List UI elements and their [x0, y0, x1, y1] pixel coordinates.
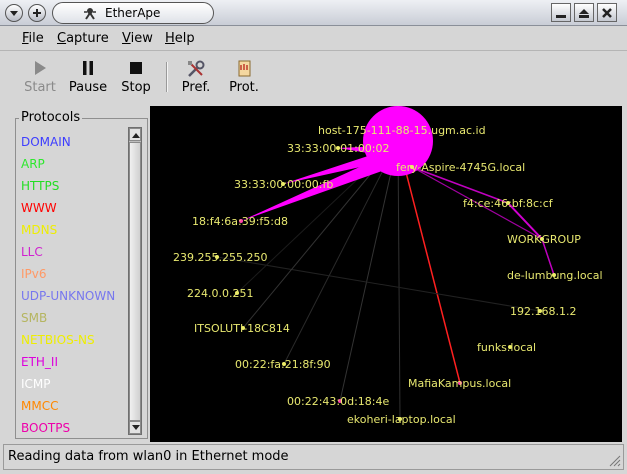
protocol-item-mdns[interactable]: MDNS	[21, 219, 125, 241]
menu-view-label: iew	[130, 31, 153, 46]
protocol-item-smb[interactable]: SMB	[21, 307, 125, 329]
link-n4-n12	[216, 256, 541, 312]
title-bar: EtherApe	[0, 0, 627, 26]
node-label-n11[interactable]: funks.local	[477, 341, 536, 354]
network-graph[interactable]: host-175-111-88-15.ugm.ac.id fery-Aspire-…	[150, 106, 622, 442]
chevron-down-icon	[132, 425, 140, 430]
plus-icon	[33, 9, 41, 17]
menu-help-mnemonic: H	[165, 31, 175, 46]
protocols-list: DOMAIN ARP HTTPS WWW MDNS LLC IPv6 UDP-UNKNOWN S…	[21, 131, 125, 439]
protocol-item-bootps[interactable]: BOOTPS	[21, 417, 125, 439]
node-label-n6[interactable]: ITSOLUTI-18C814	[194, 322, 290, 335]
graph-nodes: host-175-111-88-15.ugm.ac.id fery-Aspire-…	[173, 106, 603, 426]
resize-grip-icon[interactable]	[607, 453, 621, 467]
status-bar: Reading data from wlan0 in Ethernet mode	[3, 444, 624, 470]
menu-capture-mnemonic: C	[57, 31, 67, 46]
play-icon	[35, 61, 46, 75]
protocols-frame: DOMAIN ARP HTTPS WWW MDNS LLC IPv6 UDP-UNKNOWN S…	[15, 118, 148, 439]
protocol-item-www[interactable]: WWW	[21, 197, 125, 219]
protocols-button[interactable]: Prot.	[216, 54, 272, 100]
protocols-title: Protocols	[19, 110, 83, 125]
menu-help-label: elp	[174, 31, 195, 46]
menu-view-mnemonic: V	[122, 31, 131, 46]
maximize-button[interactable]	[574, 3, 594, 22]
node-label-n2[interactable]: 33:33:00:00:00:fb	[234, 178, 333, 191]
network-graph-canvas[interactable]: host-175-111-88-15.ugm.ac.id fery-Aspire-…	[150, 106, 622, 442]
close-button[interactable]	[597, 3, 617, 22]
protocols-label: Prot.	[229, 80, 259, 95]
stop-label: Stop	[121, 80, 151, 95]
link-hub-n9	[397, 140, 401, 420]
scroll-thumb[interactable]	[129, 142, 141, 421]
menu-bar: File Capture View Help	[0, 27, 627, 51]
protocol-item-icmp[interactable]: ICMP	[21, 373, 125, 395]
minimize-button[interactable]	[551, 3, 571, 22]
protocol-item-eth-ii[interactable]: ETH_II	[21, 351, 125, 373]
hand-icon	[238, 60, 251, 77]
node-label-n15[interactable]: f4:ce:46:bf:8c:cf	[463, 197, 554, 210]
menu-file[interactable]: File	[22, 31, 44, 46]
node-label-n12[interactable]: 192.168.1.2	[510, 305, 576, 318]
menu-help[interactable]: Help	[165, 31, 195, 46]
close-icon	[602, 8, 612, 18]
node-label-n9[interactable]: ekoheri-laptop.local	[347, 413, 456, 426]
minimize-icon	[556, 15, 566, 18]
node-label-n1[interactable]: 33:33:00:01:00:02	[287, 142, 390, 155]
maximize-icon	[579, 9, 589, 18]
add-button[interactable]	[28, 4, 46, 22]
window-menu-button[interactable]	[5, 4, 23, 22]
protocols-scrollbar[interactable]	[128, 127, 142, 435]
node-label-n3[interactable]: 18:f4:6a:39:f5:d8	[192, 215, 288, 228]
protocol-item-netbios-ns[interactable]: NETBIOS-NS	[21, 329, 125, 351]
chevron-down-icon	[10, 11, 18, 16]
scroll-up-button[interactable]	[129, 128, 141, 141]
menu-view[interactable]: View	[122, 31, 153, 46]
window-title-pill[interactable]: EtherApe	[52, 2, 214, 24]
link-hub-n10	[397, 140, 461, 384]
protocol-item-arp[interactable]: ARP	[21, 153, 125, 175]
scroll-down-button[interactable]	[129, 421, 141, 434]
node-label-n5[interactable]: 224.0.0.251	[187, 287, 253, 300]
menu-capture[interactable]: Capture	[57, 31, 109, 46]
node-label-hub[interactable]: host-175-111-88-15.ugm.ac.id	[318, 124, 486, 137]
node-label-n4[interactable]: 239.255.255.250	[173, 251, 267, 264]
toolbar: Start Pause Stop Pref. Prot.	[10, 54, 620, 100]
menu-file-label: ile	[28, 31, 44, 46]
node-label-fery[interactable]: fery-Aspire-4745G.local	[396, 161, 525, 174]
stop-button[interactable]: Stop	[108, 54, 164, 100]
node-label-n7[interactable]: 00:22:fa:21:8f:90	[235, 358, 331, 371]
protocol-item-https[interactable]: HTTPS	[21, 175, 125, 197]
node-label-n14[interactable]: WORKGROUP	[507, 233, 581, 246]
protocol-item-udp-unknown[interactable]: UDP-UNKNOWN	[21, 285, 125, 307]
protocol-item-domain[interactable]: DOMAIN	[21, 131, 125, 153]
etherape-icon	[84, 8, 96, 20]
stop-icon	[130, 62, 142, 74]
node-label-n10[interactable]: MafiaKampus.local	[408, 377, 511, 390]
protocol-item-llc[interactable]: LLC	[21, 241, 125, 263]
link-hub-n7	[283, 140, 399, 365]
status-text: Reading data from wlan0 in Ethernet mode	[8, 449, 289, 464]
node-label-n8[interactable]: 00:22:43:0d:18:4e	[287, 395, 389, 408]
menu-capture-label: apture	[66, 31, 109, 46]
node-label-n13[interactable]: de-lumbung.local	[507, 269, 603, 282]
tools-icon	[188, 60, 205, 77]
pause-icon	[83, 61, 93, 75]
protocol-item-ipv6[interactable]: IPv6	[21, 263, 125, 285]
protocols-panel: DOMAIN ARP HTTPS WWW MDNS LLC IPv6 UDP-UNKNOWN S…	[7, 104, 148, 441]
protocol-item-mmcc[interactable]: MMCC	[21, 395, 125, 417]
chevron-up-icon	[132, 133, 140, 138]
window-title: EtherApe	[105, 6, 161, 20]
